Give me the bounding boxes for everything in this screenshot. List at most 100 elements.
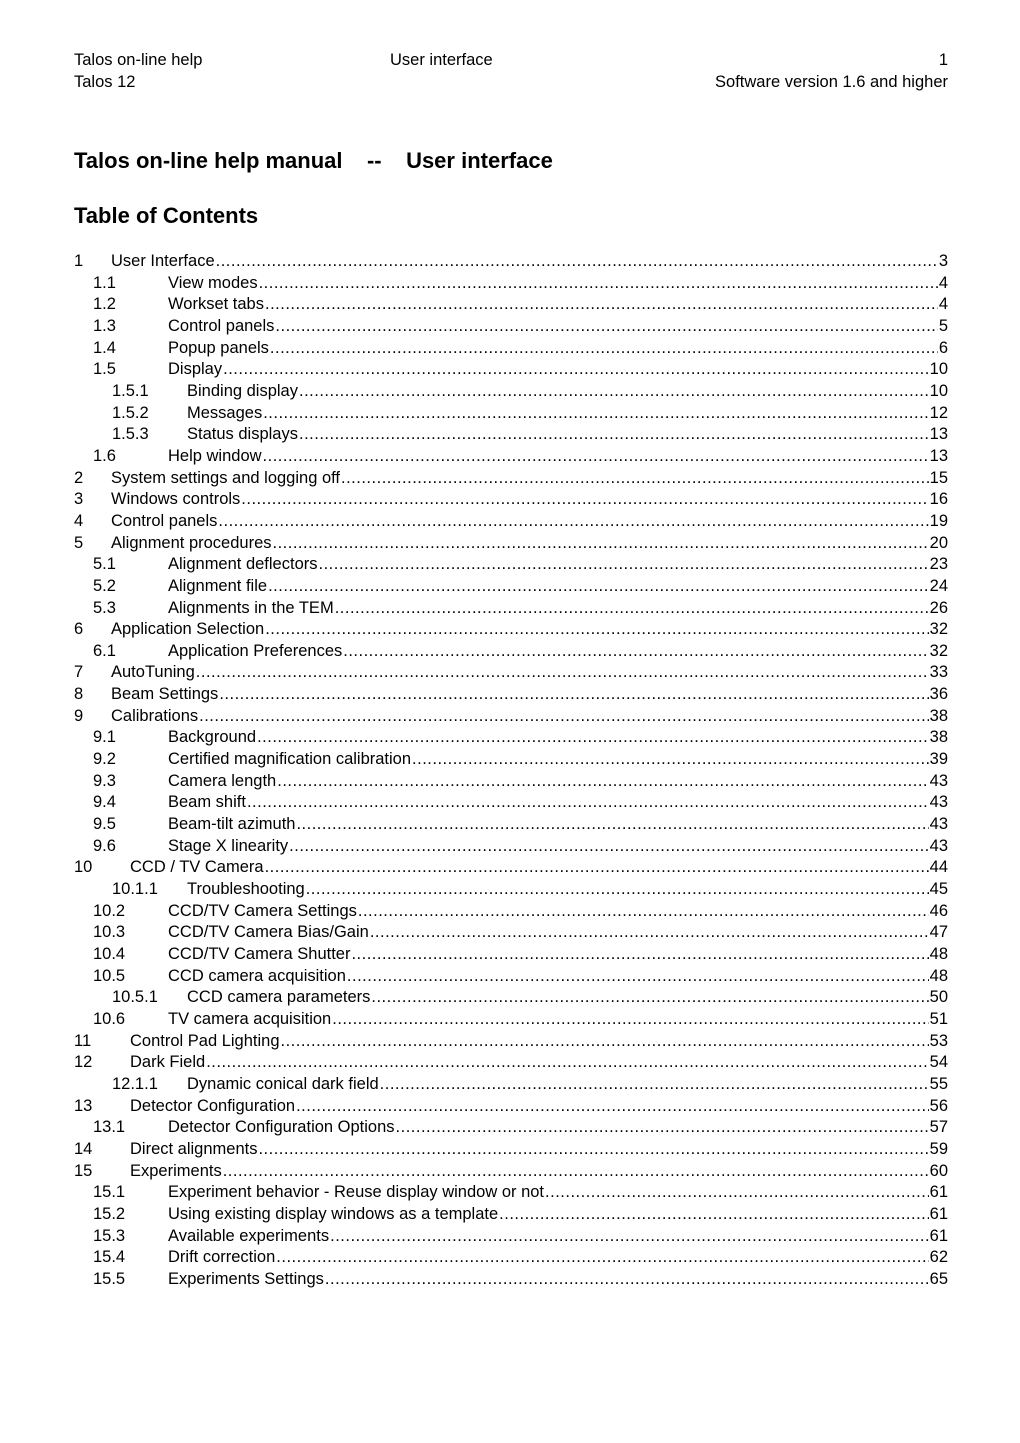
toc-entry-title[interactable]: Application Preferences	[168, 641, 342, 663]
toc-entry-title[interactable]: CCD/TV Camera Shutter	[168, 944, 350, 966]
toc-entry-title[interactable]: User Interface	[111, 251, 215, 273]
toc-entry-page[interactable]: 4	[939, 294, 948, 316]
toc-entry-title[interactable]: Using existing display windows as a temp…	[168, 1204, 498, 1226]
toc-entry-title[interactable]: Detector Configuration Options	[168, 1117, 395, 1139]
toc-entry-page[interactable]: 57	[930, 1117, 948, 1139]
toc-entry[interactable]: 6.1 Application Preferences 32	[74, 641, 948, 663]
toc-entry-title[interactable]: Status displays	[187, 424, 298, 446]
toc-entry-title[interactable]: Stage X linearity	[168, 836, 288, 858]
toc-entry[interactable]: 5.3 Alignments in the TEM 26	[74, 598, 948, 620]
toc-entry[interactable]: 10.6 TV camera acquisition 51	[74, 1009, 948, 1031]
toc-entry-title[interactable]: Experiments Settings	[168, 1269, 324, 1291]
toc-entry-title[interactable]: CCD/TV Camera Settings	[168, 901, 357, 923]
toc-entry-page[interactable]: 32	[930, 619, 948, 641]
toc-entry[interactable]: 10 CCD / TV Camera 44	[74, 857, 948, 879]
toc-entry-title[interactable]: Popup panels	[168, 338, 269, 360]
toc-entry[interactable]: 9 Calibrations 38	[74, 706, 948, 728]
toc-entry[interactable]: 5 Alignment procedures 20	[74, 533, 948, 555]
toc-entry-page[interactable]: 38	[930, 706, 948, 728]
toc-entry[interactable]: 10.5.1 CCD camera parameters 50	[74, 987, 948, 1009]
toc-entry-page[interactable]: 45	[930, 879, 948, 901]
toc-entry-title[interactable]: Application Selection	[111, 619, 264, 641]
toc-entry-page[interactable]: 32	[930, 641, 948, 663]
toc-entry-page[interactable]: 6	[939, 338, 948, 360]
toc-entry-page[interactable]: 16	[930, 489, 948, 511]
toc-entry-page[interactable]: 51	[930, 1009, 948, 1031]
toc-entry-page[interactable]: 47	[930, 922, 948, 944]
toc-entry[interactable]: 10.4 CCD/TV Camera Shutter 48	[74, 944, 948, 966]
toc-entry-page[interactable]: 50	[930, 987, 948, 1009]
toc-entry[interactable]: 13 Detector Configuration 56	[74, 1096, 948, 1118]
toc-entry[interactable]: 10.3 CCD/TV Camera Bias/Gain 47	[74, 922, 948, 944]
toc-entry[interactable]: 1.2 Workset tabs 4	[74, 294, 948, 316]
toc-entry-title[interactable]: TV camera acquisition	[168, 1009, 331, 1031]
toc-entry-title[interactable]: Calibrations	[111, 706, 198, 728]
toc-entry-title[interactable]: Control panels	[111, 511, 217, 533]
toc-entry-title[interactable]: Detector Configuration	[130, 1096, 295, 1118]
toc-entry-title[interactable]: Experiments	[130, 1161, 222, 1183]
toc-entry-page[interactable]: 60	[930, 1161, 948, 1183]
toc-entry-title[interactable]: Windows controls	[111, 489, 240, 511]
toc-entry-title[interactable]: Experiment behavior - Reuse display wind…	[168, 1182, 544, 1204]
toc-entry-title[interactable]: Messages	[187, 403, 262, 425]
toc-entry-title[interactable]: AutoTuning	[111, 662, 195, 684]
toc-entry-page[interactable]: 24	[930, 576, 948, 598]
toc-entry[interactable]: 15.2 Using existing display windows as a …	[74, 1204, 948, 1226]
toc-entry-page[interactable]: 12	[930, 403, 948, 425]
toc-entry[interactable]: 4 Control panels 19	[74, 511, 948, 533]
toc-entry[interactable]: 2 System settings and logging off 15	[74, 468, 948, 490]
toc-entry-page[interactable]: 61	[930, 1226, 948, 1248]
toc-entry-page[interactable]: 33	[930, 662, 948, 684]
toc-entry-title[interactable]: Control panels	[168, 316, 274, 338]
toc-entry[interactable]: 15.5 Experiments Settings 65	[74, 1269, 948, 1291]
toc-entry-title[interactable]: Available experiments	[168, 1226, 329, 1248]
toc-entry-page[interactable]: 13	[930, 424, 948, 446]
toc-entry-page[interactable]: 43	[930, 792, 948, 814]
toc-entry[interactable]: 1.3 Control panels 5	[74, 316, 948, 338]
toc-entry[interactable]: 12.1.1 Dynamic conical dark field 55	[74, 1074, 948, 1096]
toc-entry-title[interactable]: Alignment file	[168, 576, 267, 598]
toc-entry-page[interactable]: 26	[930, 598, 948, 620]
toc-entry-page[interactable]: 5	[939, 316, 948, 338]
toc-entry[interactable]: 1.6 Help window 13	[74, 446, 948, 468]
toc-entry[interactable]: 9.6 Stage X linearity 43	[74, 836, 948, 858]
toc-entry-title[interactable]: Beam shift	[168, 792, 246, 814]
toc-entry-page[interactable]: 36	[930, 684, 948, 706]
toc-entry-page[interactable]: 43	[930, 771, 948, 793]
toc-entry-title[interactable]: Binding display	[187, 381, 298, 403]
toc-entry-title[interactable]: Display	[168, 359, 222, 381]
toc-entry-title[interactable]: CCD/TV Camera Bias/Gain	[168, 922, 369, 944]
toc-entry-page[interactable]: 62	[930, 1247, 948, 1269]
toc-entry[interactable]: 1.5.1 Binding display 10	[74, 381, 948, 403]
toc-entry-page[interactable]: 46	[930, 901, 948, 923]
toc-entry[interactable]: 1.5 Display 10	[74, 359, 948, 381]
toc-entry-title[interactable]: Troubleshooting	[187, 879, 305, 901]
toc-entry[interactable]: 9.4 Beam shift 43	[74, 792, 948, 814]
toc-entry-page[interactable]: 10	[930, 359, 948, 381]
toc-entry-page[interactable]: 15	[930, 468, 948, 490]
toc-entry-page[interactable]: 19	[930, 511, 948, 533]
toc-entry-page[interactable]: 43	[930, 814, 948, 836]
toc-entry-page[interactable]: 20	[930, 533, 948, 555]
toc-entry-page[interactable]: 44	[930, 857, 948, 879]
toc-entry[interactable]: 15.4 Drift correction 62	[74, 1247, 948, 1269]
toc-entry-title[interactable]: Beam Settings	[111, 684, 218, 706]
toc-entry-title[interactable]: Certified magnification calibration	[168, 749, 411, 771]
toc-entry-title[interactable]: View modes	[168, 273, 258, 295]
toc-entry-title[interactable]: Background	[168, 727, 256, 749]
toc-entry-title[interactable]: CCD / TV Camera	[130, 857, 264, 879]
toc-entry[interactable]: 7 AutoTuning 33	[74, 662, 948, 684]
toc-entry[interactable]: 14 Direct alignments 59	[74, 1139, 948, 1161]
toc-entry-title[interactable]: Camera length	[168, 771, 276, 793]
toc-entry-title[interactable]: Control Pad Lighting	[130, 1031, 280, 1053]
toc-entry[interactable]: 5.1 Alignment deflectors 23	[74, 554, 948, 576]
toc-entry-page[interactable]: 61	[930, 1182, 948, 1204]
toc-entry-page[interactable]: 53	[930, 1031, 948, 1053]
toc-entry[interactable]: 12 Dark Field 54	[74, 1052, 948, 1074]
toc-entry[interactable]: 13.1 Detector Configuration Options 57	[74, 1117, 948, 1139]
toc-entry-page[interactable]: 48	[930, 944, 948, 966]
toc-entry[interactable]: 1.5.2 Messages 12	[74, 403, 948, 425]
toc-entry[interactable]: 11 Control Pad Lighting 53	[74, 1031, 948, 1053]
toc-entry-title[interactable]: Alignment deflectors	[168, 554, 318, 576]
toc-entry[interactable]: 1.1 View modes 4	[74, 273, 948, 295]
